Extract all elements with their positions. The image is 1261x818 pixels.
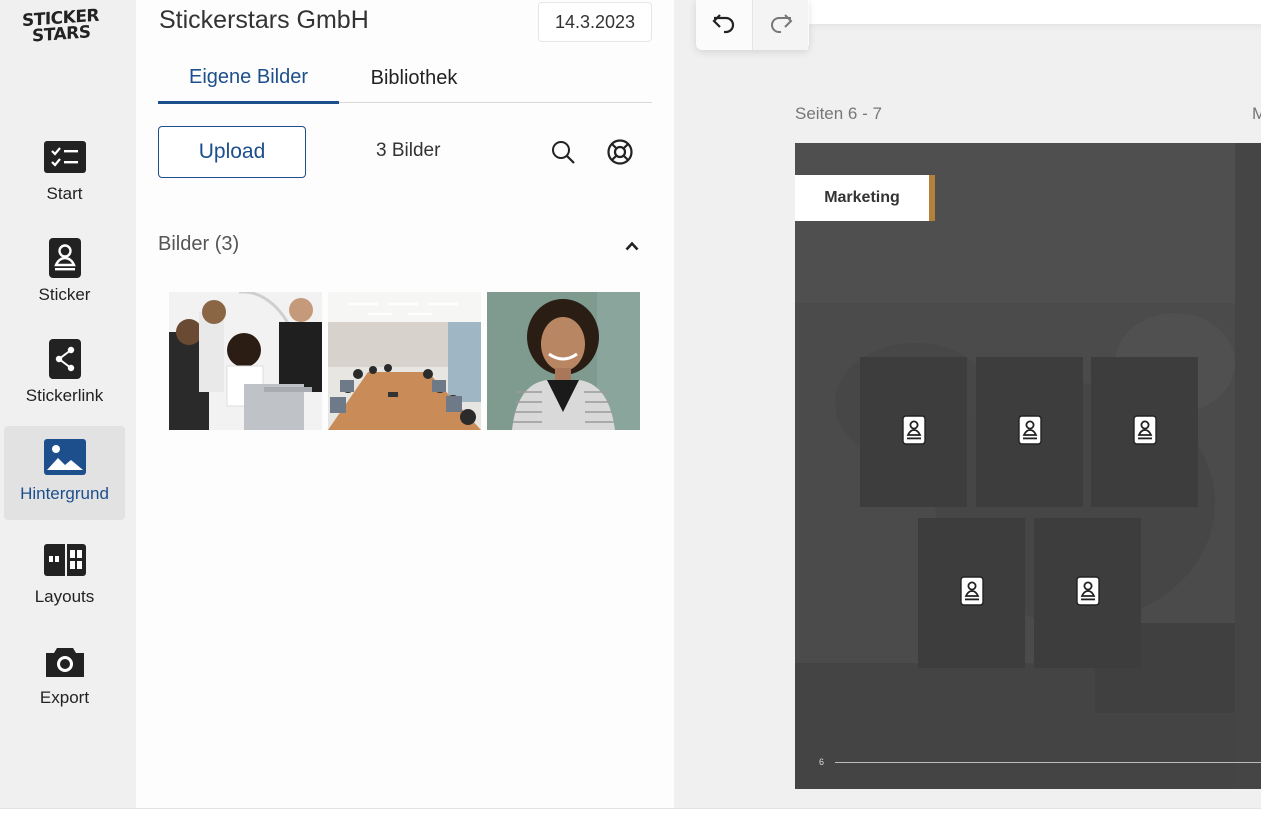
nav-item-start[interactable]: Start [4,126,125,220]
nav-label-export: Export [39,688,90,707]
chevron-up-icon[interactable] [620,236,644,256]
thumbnail-meeting-room[interactable] [328,292,481,430]
image-tabs: Eigene Bilder Bibliothek [158,54,652,104]
nav-item-layouts[interactable]: Layouts [4,529,125,623]
sticker-placeholder-icon [1017,414,1042,450]
sticker-slot[interactable] [1034,518,1141,668]
sticker-slot[interactable] [976,357,1083,507]
sticker-placeholder-icon [1075,575,1100,611]
nav-label-stickerlink: Stickerlink [25,386,104,405]
section-tag[interactable]: Marketing [795,175,935,221]
nav-item-stickerlink[interactable]: Stickerlink [4,328,125,422]
tab-bibliothek[interactable]: Bibliothek [339,54,489,103]
nav-item-sticker[interactable]: Sticker [4,227,125,321]
layout-grid-icon [43,541,87,579]
sticker-person-icon [43,238,87,278]
nav-label-hintergrund: Hintergrund [20,484,109,503]
checklist-icon [43,138,87,176]
sticker-placeholder-icon [901,414,926,450]
date-display: 14.3.2023 [538,2,652,42]
nav-item-hintergrund[interactable]: Hintergrund [4,426,125,520]
stickerstars-logo[interactable]: STICKER STARS [22,6,112,47]
thumbnail-team-laptop[interactable] [169,292,322,430]
share-icon [43,339,87,379]
editor-canvas: Seiten 6 - 7 M Marketing 6 [674,0,1261,808]
sticker-slot[interactable] [860,357,967,507]
sticker-slot[interactable] [918,518,1025,668]
upload-button[interactable]: Upload [158,126,306,178]
tab-eigene-bilder[interactable]: Eigene Bilder [158,54,339,104]
nav-item-export[interactable]: Export [4,630,125,724]
pages-label: Seiten 6 - 7 [795,104,882,123]
nav-label-start: Start [46,184,83,203]
help-lifebuoy-icon[interactable] [604,136,636,168]
page-number: 6 [819,757,825,767]
undo-redo-group [696,0,809,50]
redo-button[interactable] [752,0,808,50]
redo-icon [768,12,794,39]
company-name: Stickerstars GmbH [159,6,369,34]
thumbnail-portrait-woman[interactable] [487,292,640,430]
next-pages-label: M [1252,104,1261,123]
undo-button[interactable] [696,0,752,50]
nav-label-layouts: Layouts [34,587,95,606]
bottom-scrollbar-strip [0,808,1261,818]
page-footer-line [835,762,1261,763]
undo-icon [711,12,737,39]
sticker-placeholder-icon [1132,414,1157,450]
main-navigation: STICKER STARS Start Sticker Stickerlink … [0,0,136,808]
image-icon [43,438,87,476]
nav-label-sticker: Sticker [38,285,91,304]
toolbar-strip [808,0,1261,24]
search-icon[interactable] [547,136,579,168]
sticker-placeholder-icon [959,575,984,611]
sticker-slot[interactable] [1091,357,1198,507]
album-page[interactable]: Marketing 6 [795,143,1261,789]
camera-icon [43,642,87,680]
